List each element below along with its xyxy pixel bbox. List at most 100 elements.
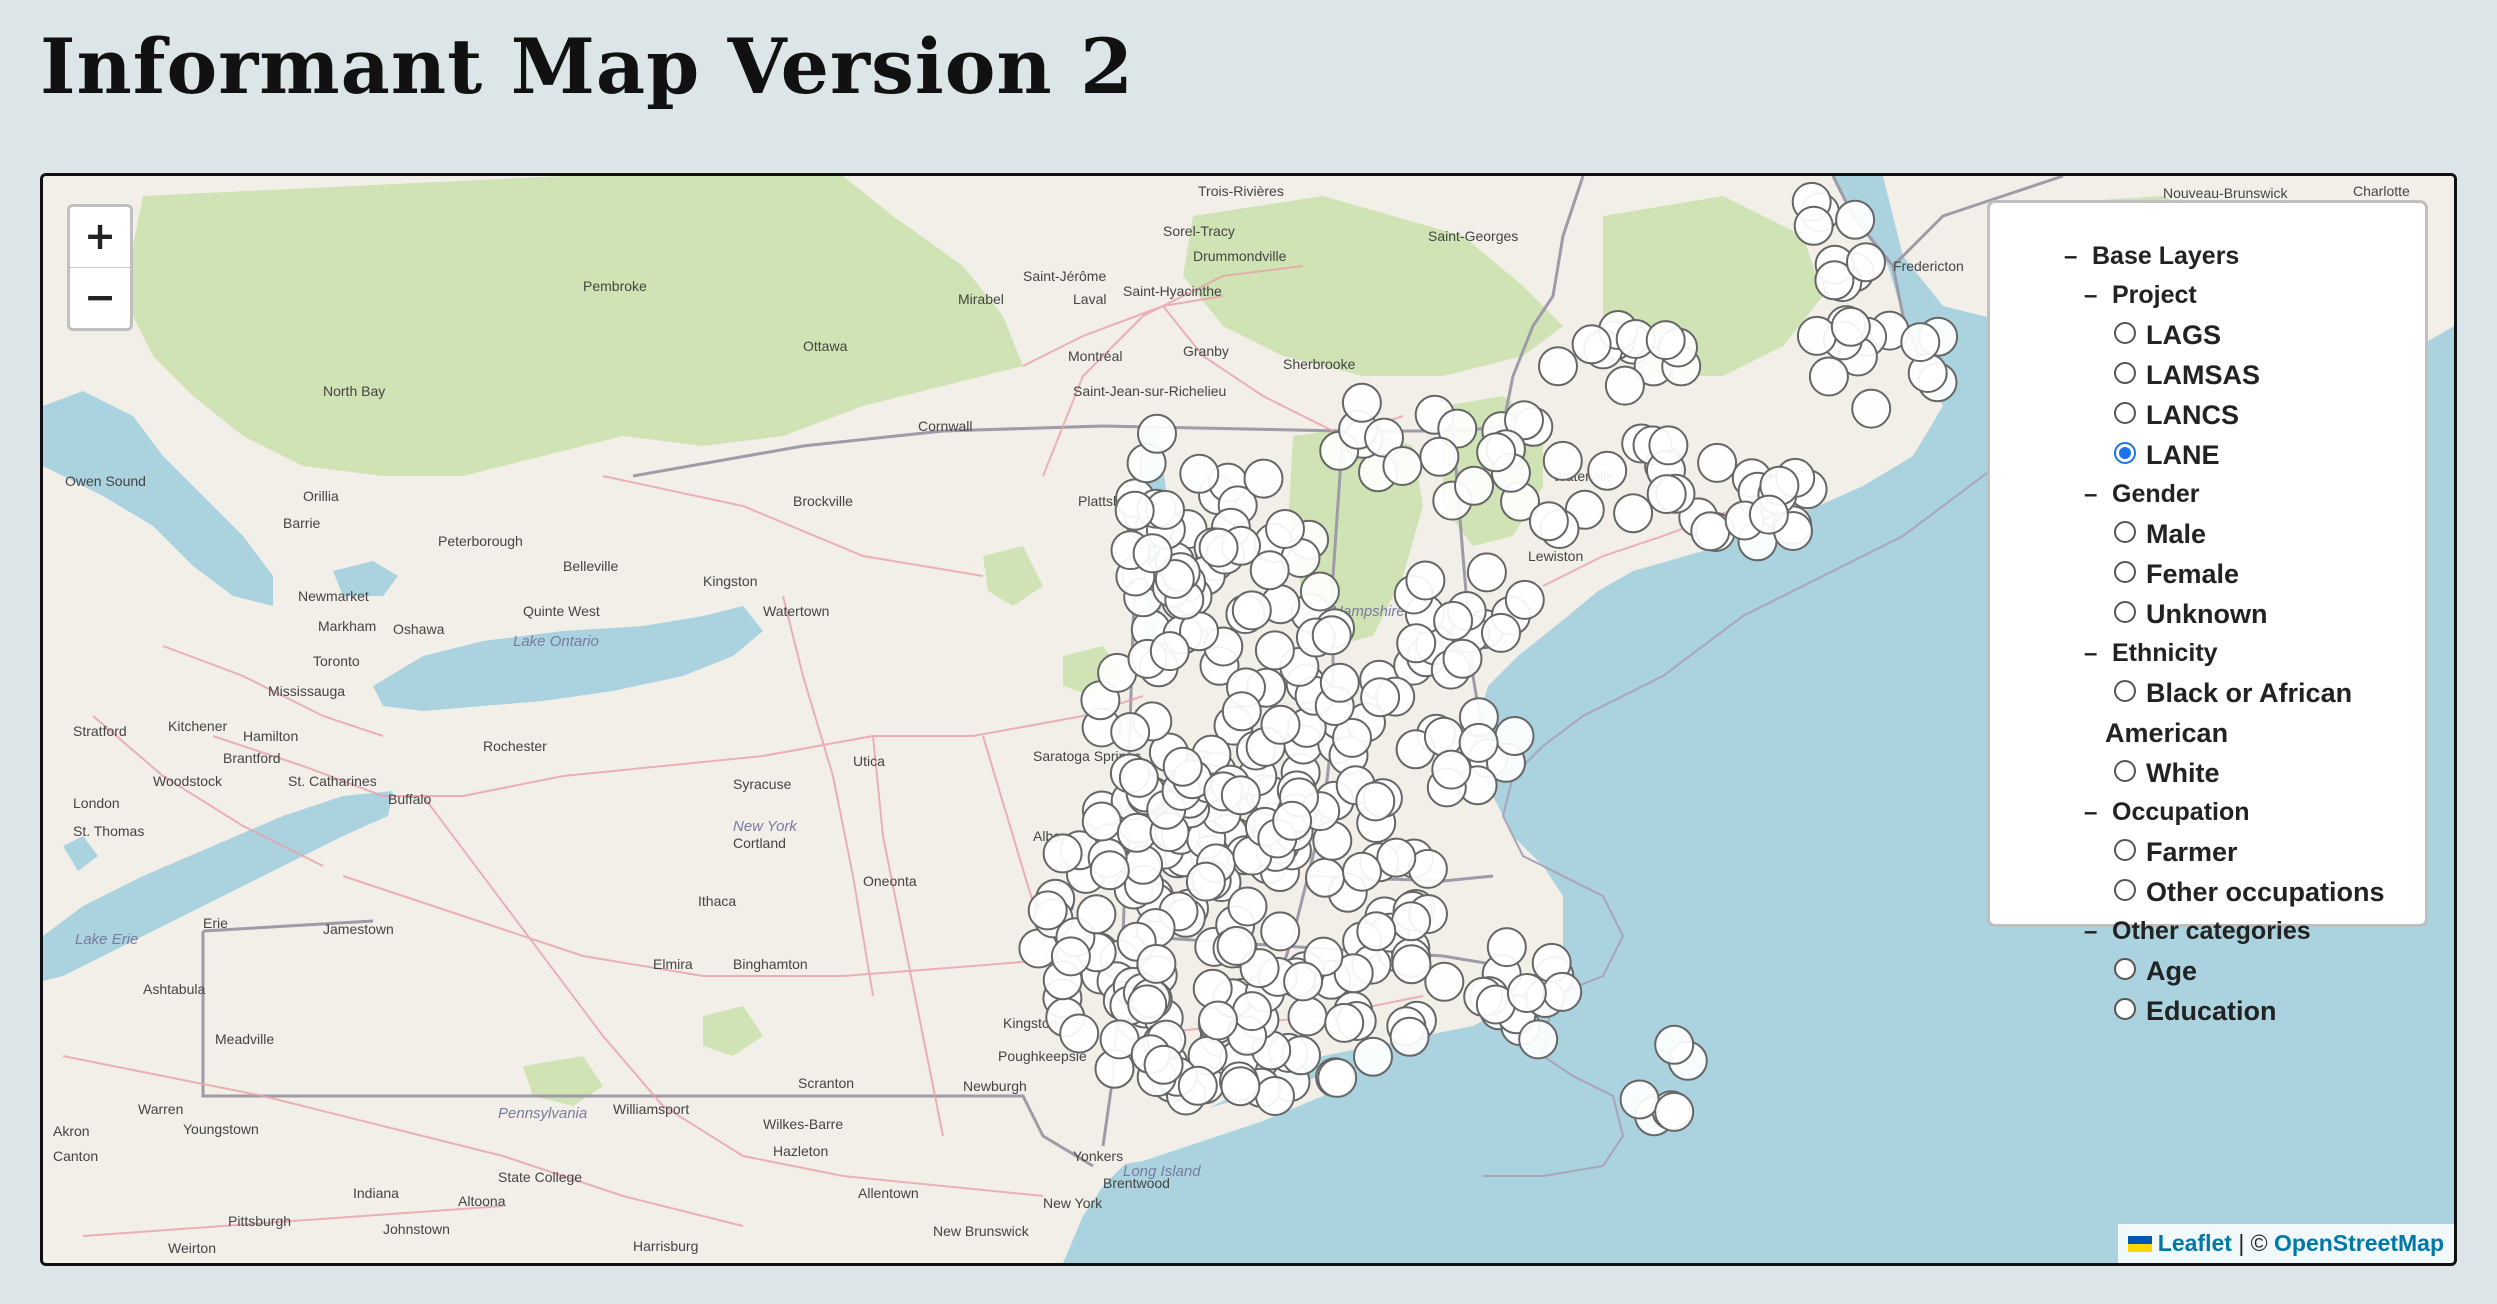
group-gender[interactable]: – Gender (2010, 475, 2405, 514)
informant-marker[interactable] (1376, 837, 1417, 878)
informant-marker[interactable] (1433, 600, 1474, 641)
informant-marker[interactable] (1613, 493, 1654, 534)
informant-marker[interactable] (1646, 474, 1687, 515)
informant-marker[interactable] (1341, 382, 1382, 423)
informant-marker[interactable] (1654, 1091, 1695, 1132)
informant-marker[interactable] (1265, 509, 1305, 549)
openstreetmap-link[interactable]: OpenStreetMap (2274, 1230, 2444, 1256)
informant-marker[interactable] (1059, 1013, 1100, 1054)
informant-marker[interactable] (1177, 1065, 1218, 1106)
informant-marker[interactable] (1654, 1024, 1695, 1065)
informant-marker[interactable] (1342, 851, 1382, 892)
informant-marker[interactable] (1645, 320, 1686, 361)
informant-marker[interactable] (1796, 315, 1837, 356)
informant-marker[interactable] (1587, 450, 1628, 491)
informant-marker[interactable] (1220, 1066, 1261, 1107)
informant-marker[interactable] (1396, 623, 1437, 664)
informant-marker[interactable] (1137, 413, 1177, 454)
informant-marker[interactable] (1260, 704, 1301, 745)
informant-marker[interactable] (1198, 527, 1239, 568)
informant-marker[interactable] (1299, 571, 1340, 612)
informant-marker[interactable] (1604, 365, 1645, 406)
informant-marker[interactable] (1382, 446, 1423, 486)
informant-marker[interactable] (1319, 662, 1360, 703)
option-male[interactable]: Male (2010, 514, 2405, 554)
informant-marker[interactable] (1231, 590, 1272, 631)
radio-icon[interactable] (2114, 322, 2136, 344)
option-unknown[interactable]: Unknown (2010, 594, 2405, 634)
informant-marker[interactable] (1481, 612, 1521, 653)
informant-marker[interactable] (1232, 991, 1272, 1032)
informant-marker[interactable] (1454, 465, 1494, 506)
collapse-icon[interactable]: – (2084, 793, 2097, 832)
radio-icon[interactable] (2114, 521, 2136, 543)
informant-marker[interactable] (1243, 458, 1284, 499)
zoom-in-button[interactable]: + (70, 207, 130, 267)
informant-marker[interactable] (1504, 579, 1545, 620)
option-female[interactable]: Female (2010, 554, 2405, 594)
option-black-or-african-american[interactable]: Black or African (2010, 673, 2405, 713)
radio-icon[interactable] (2114, 362, 2136, 384)
informant-marker[interactable] (1542, 440, 1583, 481)
informant-marker[interactable] (1419, 436, 1460, 477)
informant-marker[interactable] (1311, 615, 1352, 656)
informant-marker[interactable] (1851, 388, 1892, 429)
informant-marker[interactable] (1114, 490, 1155, 531)
informant-marker[interactable] (1353, 1036, 1393, 1077)
radio-icon[interactable] (2114, 958, 2136, 980)
informant-marker[interactable] (1081, 801, 1122, 842)
informant-marker[interactable] (1287, 996, 1328, 1037)
informant-marker[interactable] (1835, 199, 1876, 240)
option-age[interactable]: Age (2010, 951, 2405, 991)
informant-marker[interactable] (1542, 971, 1583, 1012)
radio-icon[interactable] (2114, 402, 2136, 424)
informant-marker[interactable] (1442, 638, 1483, 679)
informant-marker[interactable] (1830, 306, 1871, 347)
collapse-icon[interactable]: – (2084, 912, 2097, 951)
group-ethnicity[interactable]: – Ethnicity (2010, 634, 2405, 673)
informant-marker[interactable] (1648, 425, 1689, 466)
option-other-occupations[interactable]: Other occupations (2010, 872, 2405, 912)
collapse-icon[interactable]: – (2084, 276, 2097, 315)
informant-marker[interactable] (1283, 961, 1324, 1002)
informant-marker[interactable] (1900, 322, 1941, 363)
radio-selected-icon[interactable] (2114, 442, 2136, 464)
informant-marker[interactable] (1136, 943, 1177, 984)
informant-marker[interactable] (1162, 746, 1203, 787)
informant-marker[interactable] (1324, 1002, 1365, 1043)
informant-marker[interactable] (1423, 716, 1464, 757)
informant-marker[interactable] (1050, 936, 1091, 977)
informant-marker[interactable] (1216, 925, 1257, 966)
radio-icon[interactable] (2114, 839, 2136, 861)
informant-marker[interactable] (1793, 205, 1834, 246)
informant-marker[interactable] (1619, 1079, 1660, 1120)
informant-marker[interactable] (1042, 833, 1083, 874)
radio-icon[interactable] (2114, 680, 2136, 702)
informant-marker[interactable] (1360, 677, 1401, 718)
collapse-icon[interactable]: – (2084, 634, 2097, 673)
informant-marker[interactable] (1255, 1076, 1295, 1116)
option-farmer[interactable]: Farmer (2010, 832, 2405, 872)
informant-marker[interactable] (1506, 973, 1547, 1013)
informant-marker[interactable] (1272, 800, 1313, 841)
informant-marker[interactable] (1254, 630, 1295, 671)
informant-marker[interactable] (1132, 533, 1173, 574)
base-layers-header[interactable]: – Base Layers (2010, 237, 2405, 276)
informant-marker[interactable] (1405, 560, 1446, 601)
informant-marker[interactable] (1305, 857, 1345, 898)
option-lags[interactable]: LAGS (2010, 315, 2405, 355)
zoom-out-button[interactable]: − (70, 267, 130, 328)
radio-icon[interactable] (2114, 601, 2136, 623)
informant-marker[interactable] (1494, 716, 1535, 756)
informant-marker[interactable] (1476, 432, 1517, 473)
informant-marker[interactable] (1518, 1019, 1559, 1060)
informant-marker[interactable] (1356, 911, 1397, 952)
informant-marker[interactable] (1317, 1057, 1358, 1098)
radio-icon[interactable] (2114, 998, 2136, 1020)
informant-marker[interactable] (1220, 775, 1261, 816)
informant-marker[interactable] (1260, 911, 1301, 952)
informant-marker[interactable] (1528, 501, 1569, 542)
collapse-icon[interactable]: – (2064, 237, 2077, 276)
informant-marker[interactable] (1538, 346, 1578, 387)
leaflet-link[interactable]: Leaflet (2158, 1230, 2232, 1256)
